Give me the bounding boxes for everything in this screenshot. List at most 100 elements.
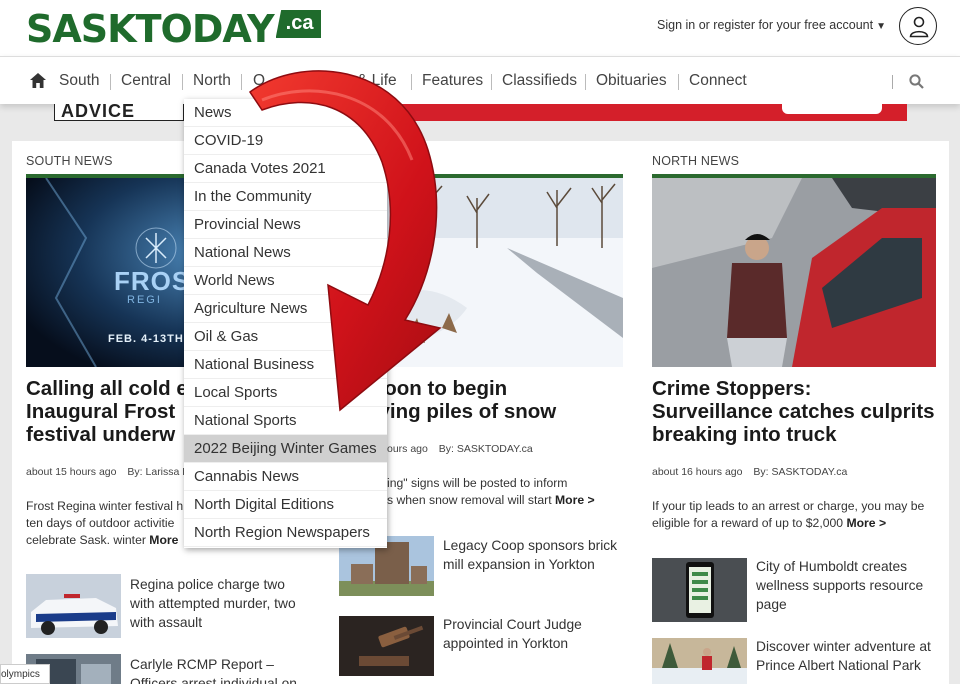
title-line: Regina police charge two — [130, 577, 285, 592]
park-thumbnail[interactable] — [652, 638, 747, 684]
south-summary: Frost Regina winter festival h ten days … — [26, 498, 183, 549]
north-feature-photo[interactable] — [652, 178, 936, 367]
menu-item-national-business[interactable]: National Business — [184, 351, 387, 379]
judge-thumbnail[interactable] — [339, 616, 434, 676]
north-news-heading: NORTH NEWS — [652, 154, 740, 168]
humboldt-thumbnail[interactable] — [652, 558, 747, 622]
menu-item-community[interactable]: In the Community — [184, 183, 387, 211]
news-content: SOUTH NEWS FROS REGI FEB. 4-13TH Calling… — [12, 141, 949, 684]
menu-item-local-sports[interactable]: Local Sports — [184, 379, 387, 407]
menu-item-beijing-games[interactable]: 2022 Beijing Winter Games — [184, 435, 387, 463]
nav-divider — [491, 74, 492, 90]
nav-item-opinion[interactable]: O — [253, 72, 265, 90]
summary-line: If your tip leads to an arrest or charge… — [652, 499, 925, 513]
article-time: about 15 hours ago — [26, 466, 117, 478]
north-meta: about 16 hours ago By: SASKTODAY.ca — [652, 466, 847, 478]
police-story-title[interactable]: Regina police charge two with attempted … — [130, 575, 296, 632]
more-link[interactable]: More — [149, 533, 178, 547]
menu-item-canada-votes[interactable]: Canada Votes 2021 — [184, 155, 387, 183]
ad-text: ADVICE — [61, 104, 136, 121]
police-car-image — [26, 574, 121, 638]
menu-item-news[interactable]: News — [184, 99, 387, 127]
nav-item-south[interactable]: South — [59, 72, 100, 90]
menu-item-cannabis-news[interactable]: Cannabis News — [184, 463, 387, 491]
gavel-image — [339, 616, 434, 676]
title-line: Provincial Court Judge — [443, 617, 582, 632]
nav-item-classifieds[interactable]: Classifieds — [502, 72, 577, 90]
nav-item-north[interactable]: North — [193, 72, 231, 90]
olympics-tag[interactable]: olympics — [0, 664, 50, 684]
surveillance-image — [652, 178, 936, 367]
title-line: wellness supports resource — [756, 578, 924, 593]
logo-wordmark: SASKTODAY — [26, 7, 275, 51]
more-link[interactable]: More > — [555, 493, 595, 507]
photo-caption-text: FROS — [114, 266, 191, 296]
headline-line: Surveillance catches culprits — [652, 400, 935, 423]
summary-line: ten days of outdoor activitie — [26, 516, 175, 530]
central-headline[interactable]: atoon to begin oving piles of snow — [366, 377, 556, 423]
nav-divider — [241, 74, 242, 90]
article-author: By: SASKTODAY.ca — [438, 443, 533, 455]
coop-story-title[interactable]: Legacy Coop sponsors brick mill expansio… — [443, 536, 617, 574]
home-icon[interactable] — [30, 73, 46, 93]
article-author: By: Larissa Ki — [127, 466, 192, 478]
menu-item-covid[interactable]: COVID-19 — [184, 127, 387, 155]
title-line: page — [756, 597, 787, 612]
title-line: Carlyle RCMP Report – — [130, 657, 274, 672]
nav-item-features[interactable]: Features — [422, 72, 483, 90]
central-summary: ing" signs will be posted to inform s wh… — [387, 475, 595, 509]
nav-divider — [182, 74, 183, 90]
menu-item-provincial-news[interactable]: Provincial News — [184, 211, 387, 239]
park-story-title[interactable]: Discover winter adventure at Prince Albe… — [756, 637, 931, 675]
summary-line: ing" signs will be posted to inform — [387, 476, 568, 490]
chevron-down-icon: ▼ — [876, 21, 886, 32]
article-author: By: SASKTODAY.ca — [753, 466, 848, 478]
title-line: with assault — [130, 615, 203, 630]
title-line: City of Humboldt creates — [756, 559, 908, 574]
menu-item-agriculture-news[interactable]: Agriculture News — [184, 295, 387, 323]
advertisement-banner[interactable]: ADVICE — [54, 104, 907, 121]
nav-item-obituaries[interactable]: Obituaries — [596, 72, 667, 90]
more-link[interactable]: More > — [846, 516, 886, 530]
menu-item-digital-editions[interactable]: North Digital Editions — [184, 491, 387, 519]
winter-park-image — [652, 638, 747, 684]
article-time: about 16 hours ago — [652, 466, 743, 478]
title-line: appointed in Yorkton — [443, 636, 569, 651]
menu-item-oil-gas[interactable]: Oil & Gas — [184, 323, 387, 351]
nav-item-central[interactable]: Central — [121, 72, 171, 90]
headline-line: oving piles of snow — [366, 400, 557, 423]
nav-item-connect[interactable]: Connect — [689, 72, 747, 90]
headline-line: atoon to begin — [366, 377, 508, 400]
title-line: Legacy Coop sponsors brick — [443, 538, 618, 553]
menu-item-national-sports[interactable]: National Sports — [184, 407, 387, 435]
nav-divider — [678, 74, 679, 90]
site-logo[interactable]: SASKTODAY .ca — [26, 7, 322, 51]
humboldt-story-title[interactable]: City of Humboldt creates wellness suppor… — [756, 557, 923, 614]
menu-item-national-news[interactable]: National News — [184, 239, 387, 267]
menu-item-region-newspapers[interactable]: North Region Newspapers — [184, 519, 387, 547]
photo-caption-dates: FEB. 4-13TH — [108, 333, 184, 345]
account-button[interactable] — [899, 7, 937, 45]
signin-text: Sign in or register for your free accoun… — [657, 18, 874, 32]
search-icon[interactable] — [909, 74, 924, 94]
rcmp-story-title[interactable]: Carlyle RCMP Report – Officers arrest in… — [130, 655, 297, 684]
summary-line: s when snow removal will start — [387, 493, 552, 507]
menu-item-world-news[interactable]: World News — [184, 267, 387, 295]
headline-line: festival underw — [26, 423, 176, 446]
logo-suffix: .ca — [275, 10, 322, 38]
south-headline[interactable]: Calling all cold e Inaugural Frost festi… — [26, 377, 188, 446]
north-headline[interactable]: Crime Stoppers: Surveillance catches cul… — [652, 377, 935, 446]
title-line: Discover winter adventure at — [756, 639, 931, 654]
title-line: Officers arrest individual on — [130, 676, 297, 684]
police-thumbnail[interactable] — [26, 574, 121, 638]
north-dropdown-menu: News COVID-19 Canada Votes 2021 In the C… — [184, 99, 387, 548]
central-feature-photo[interactable] — [387, 178, 623, 367]
judge-story-title[interactable]: Provincial Court Judge appointed in York… — [443, 615, 582, 653]
phone-app-image — [652, 558, 747, 622]
north-summary: If your tip leads to an arrest or charge… — [652, 498, 924, 532]
nav-item-life[interactable]: & Life — [357, 72, 397, 90]
site-header: SASKTODAY .ca Sign in or register for yo… — [0, 0, 960, 56]
signin-link[interactable]: Sign in or register for your free accoun… — [657, 18, 886, 32]
title-line: Prince Albert National Park — [756, 658, 921, 673]
nav-divider — [585, 74, 586, 90]
